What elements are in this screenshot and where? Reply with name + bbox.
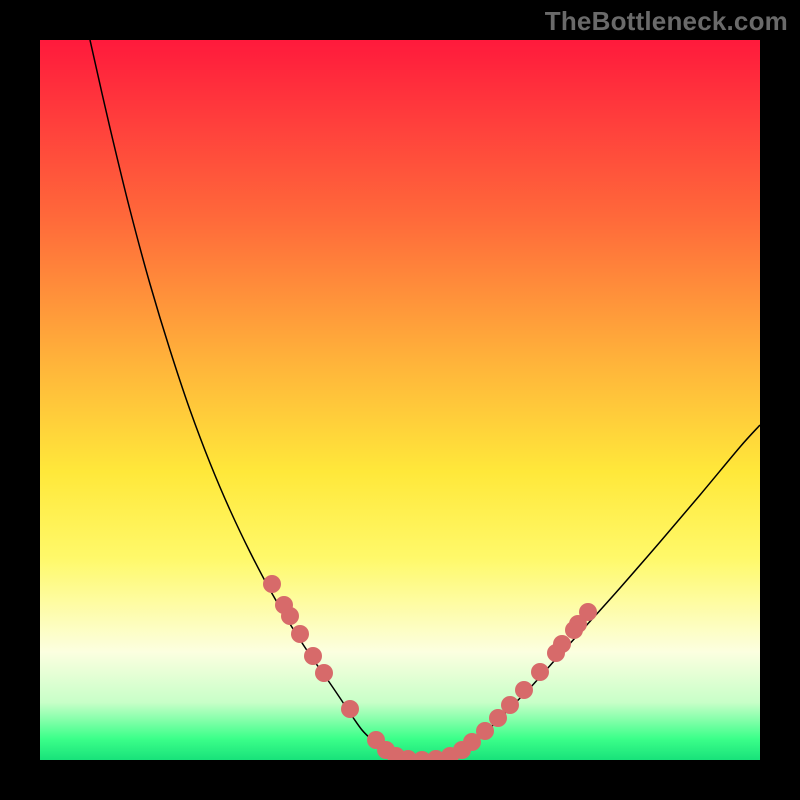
bottleneck-curve [90, 40, 760, 760]
data-marker [553, 635, 571, 653]
data-marker [281, 607, 299, 625]
data-marker [501, 696, 519, 714]
data-marker [515, 681, 533, 699]
data-marker [579, 603, 597, 621]
watermark-text: TheBottleneck.com [545, 6, 788, 37]
data-marker [291, 625, 309, 643]
data-marker [341, 700, 359, 718]
data-marker [476, 722, 494, 740]
data-marker [315, 664, 333, 682]
chart-svg [40, 40, 760, 760]
chart-plot-area [40, 40, 760, 760]
data-marker [263, 575, 281, 593]
outer-frame: TheBottleneck.com [0, 0, 800, 800]
marker-group [263, 575, 597, 760]
data-marker [531, 663, 549, 681]
data-marker [304, 647, 322, 665]
